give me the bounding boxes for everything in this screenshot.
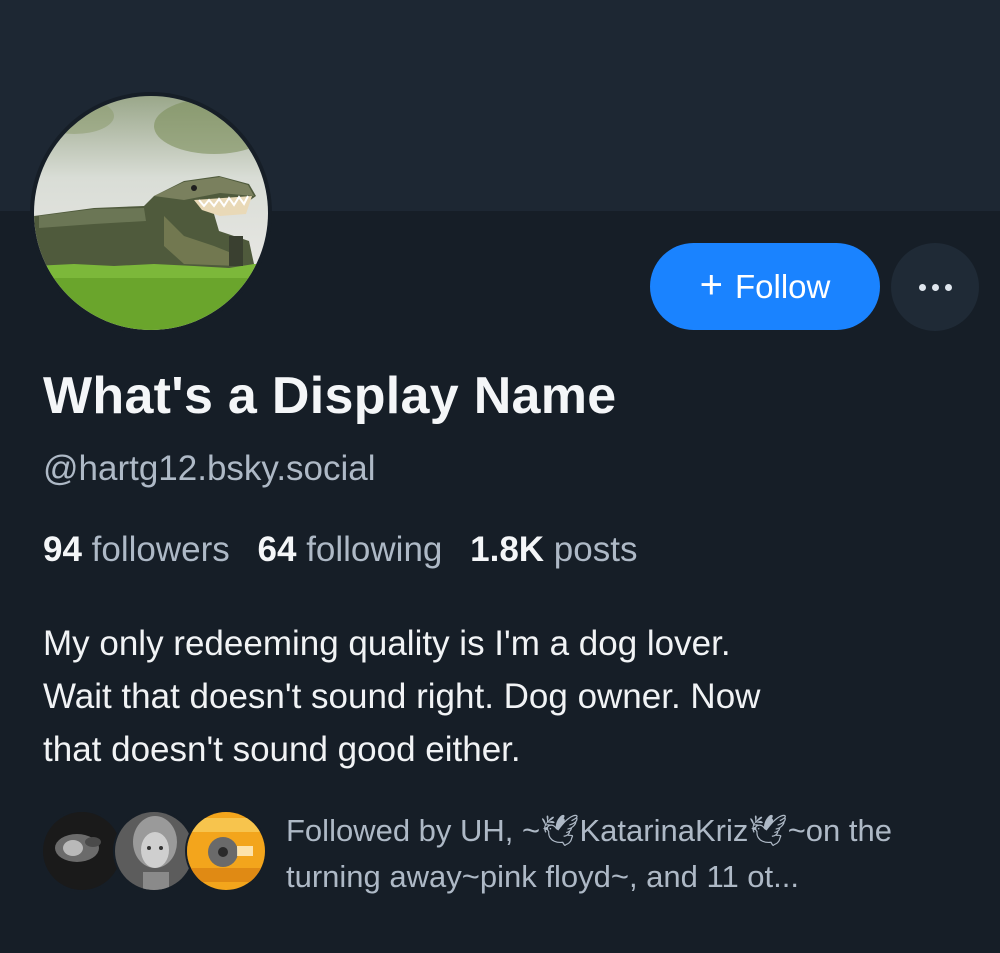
display-name: What's a Display Name: [43, 367, 617, 425]
following-stat[interactable]: 64 following: [258, 530, 471, 569]
dark-photo-avatar-icon: [41, 810, 123, 892]
posts-count: 1.8K: [470, 530, 545, 569]
following-count: 64: [257, 530, 297, 569]
alligator-photo-icon: [34, 96, 268, 330]
follow-button[interactable]: + Follow: [650, 243, 880, 330]
followed-by-text[interactable]: Followed by UH, ~🕊KatarinaKriz🕊~on the t…: [286, 808, 986, 900]
followers-count: 94: [43, 530, 82, 569]
profile-bio: My only redeeming quality is I'm a dog l…: [43, 624, 761, 769]
profile-avatar[interactable]: [30, 92, 272, 334]
more-options-button[interactable]: [891, 243, 979, 331]
posts-label: posts: [553, 530, 638, 569]
posts-stat: 1.8K posts: [470, 530, 655, 569]
plus-icon: +: [699, 262, 723, 307]
person-photo-avatar-icon: [113, 810, 195, 892]
followers-label: followers: [91, 530, 230, 569]
profile-handle: @hartg12.bsky.social: [43, 449, 376, 488]
record-label-avatar-icon: [185, 810, 267, 892]
followers-stat[interactable]: 94 followers: [43, 530, 258, 569]
ellipsis-icon: [918, 283, 952, 291]
follow-button-label: Follow: [735, 267, 831, 305]
profile-stats: 94 followers 64 following 1.8K posts: [43, 530, 655, 570]
following-label: following: [306, 530, 443, 569]
known-followers-avatars[interactable]: [41, 810, 271, 892]
